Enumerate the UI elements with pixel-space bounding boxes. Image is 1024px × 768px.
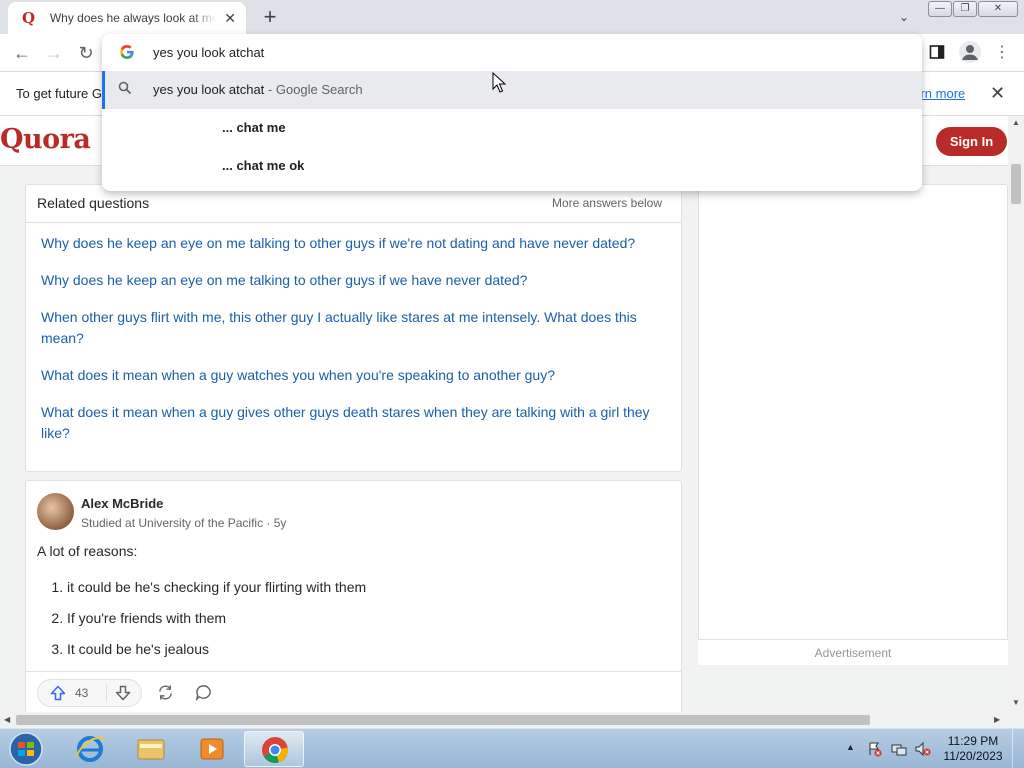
tab-close-icon[interactable]: ✕ <box>222 10 238 26</box>
tab-strip: Q Why does he always look at me when I t… <box>0 0 1024 34</box>
tab-title: Why does he always look at me when I tal… <box>49 11 217 25</box>
tab-search-icon[interactable]: ⌄ <box>894 8 914 26</box>
windows-start-icon[interactable] <box>4 730 48 768</box>
quora-logo[interactable]: Quora <box>0 124 91 155</box>
scroll-right-icon[interactable]: ▶ <box>994 715 1000 724</box>
answer-list: it could be he's checking if your flirti… <box>37 577 366 670</box>
clock-time: 11:29 PM <box>947 734 999 748</box>
internet-explorer-icon[interactable] <box>60 731 120 767</box>
vote-group: 43 <box>37 679 142 707</box>
sign-in-button[interactable]: Sign In <box>936 127 1007 156</box>
chrome-taskbar-icon[interactable] <box>244 731 304 767</box>
forward-button[interactable]: → <box>42 41 66 65</box>
tray-expand-icon[interactable]: ▲ <box>846 742 855 752</box>
answer-list-item: If you're friends with them <box>67 608 366 629</box>
action-center-icon[interactable] <box>867 741 883 757</box>
close-window-button[interactable]: ✕ <box>978 1 1018 17</box>
related-questions-list: Why does he keep an eye on me talking to… <box>26 223 681 444</box>
back-button[interactable]: ← <box>10 41 34 65</box>
omnibox-input[interactable]: yes you look atchat <box>153 45 264 60</box>
chrome-menu-icon[interactable]: ⋮ <box>994 41 1010 65</box>
suggestion-text: ... chat me <box>222 120 286 135</box>
advertisement-label: Advertisement <box>814 646 892 660</box>
author-credential: Studied at University of the Pacific · 5… <box>81 516 287 530</box>
side-panel-icon[interactable] <box>929 44 945 60</box>
answer-list-item: it could be he's checking if your flirti… <box>67 577 366 598</box>
related-questions-title: Related questions <box>37 195 150 211</box>
author-name[interactable]: Alex McBride <box>81 496 163 511</box>
omnibox-dropdown: yes you look atchat yes you look atchat … <box>102 34 922 191</box>
upvote-count: 43 <box>75 686 89 700</box>
downvote-icon[interactable] <box>115 685 131 701</box>
new-tab-button[interactable]: + <box>258 6 282 30</box>
horizontal-scrollbar-thumb[interactable] <box>16 715 870 725</box>
scroll-left-icon[interactable]: ◀ <box>4 715 10 724</box>
omnibox-suggestion[interactable]: ... chat me ok <box>102 147 922 185</box>
answer-actions-bar: 43 <box>26 671 681 711</box>
minimize-button[interactable]: — <box>928 1 952 17</box>
suggestion-hint: - Google Search <box>264 82 363 97</box>
related-questions-card: Related questions More answers below Why… <box>25 184 682 472</box>
author-avatar[interactable] <box>37 493 74 530</box>
scroll-down-icon[interactable]: ▼ <box>1012 698 1020 707</box>
google-g-icon <box>120 45 134 59</box>
info-bar-close-icon[interactable]: ✕ <box>990 83 1005 103</box>
upvote-icon[interactable] <box>50 685 66 701</box>
quora-favicon-icon: Q <box>22 9 36 27</box>
related-question-link[interactable]: What does it mean when a guy gives other… <box>41 402 665 444</box>
mouse-cursor-icon <box>492 72 506 93</box>
maximize-button[interactable]: ❐ <box>953 1 977 17</box>
comment-icon[interactable] <box>195 684 212 701</box>
vertical-scrollbar-thumb[interactable] <box>1011 164 1021 204</box>
scroll-up-icon[interactable]: ▲ <box>1012 118 1020 127</box>
answer-intro: A lot of reasons: <box>37 543 138 559</box>
ad-footer: Advertisement <box>698 639 1008 665</box>
suggestion-text: ... chat me ok <box>222 158 305 173</box>
omnibox-suggestion[interactable]: yes you look atchat - Google Search <box>102 71 922 109</box>
vote-divider <box>106 684 107 702</box>
media-player-icon[interactable] <box>182 731 242 767</box>
search-icon <box>118 81 132 95</box>
windows-taskbar: ▲ 11:29 PM 11/20/2023 <box>0 728 1024 768</box>
share-icon[interactable] <box>157 684 174 701</box>
show-desktop-button[interactable] <box>1012 729 1024 768</box>
network-icon[interactable] <box>891 741 907 757</box>
omnibox-suggestion[interactable]: ... chat me <box>102 109 922 147</box>
profile-avatar-icon[interactable] <box>959 41 981 63</box>
related-question-link[interactable]: What does it mean when a guy watches you… <box>41 365 665 386</box>
file-explorer-icon[interactable] <box>121 731 181 767</box>
quora-page: Quora Sign In Related questions More ans… <box>0 116 1024 712</box>
tab-quora[interactable]: Q Why does he always look at me when I t… <box>8 2 246 34</box>
clock-date: 11/20/2023 <box>943 749 1003 763</box>
horizontal-scrollbar[interactable]: ◀ ▶ <box>0 712 1024 728</box>
related-question-link[interactable]: When other guys flirt with me, this othe… <box>41 307 665 349</box>
related-question-link[interactable]: Why does he keep an eye on me talking to… <box>41 233 665 254</box>
related-question-link[interactable]: Why does he keep an eye on me talking to… <box>41 270 665 291</box>
volume-muted-icon[interactable] <box>915 741 931 757</box>
suggestion-text: yes you look atchat <box>153 82 265 97</box>
answer-card: Alex McBride Studied at University of th… <box>25 480 682 712</box>
answer-list-item: It could be he's jealous <box>67 639 366 660</box>
info-bar-text: To get future G <box>16 86 102 101</box>
vertical-scrollbar[interactable]: ▲ ▼ <box>1008 116 1024 712</box>
more-answers-below: More answers below <box>551 196 662 210</box>
reload-button[interactable]: ↻ <box>74 41 98 65</box>
ad-slot <box>698 184 1008 664</box>
system-clock[interactable]: 11:29 PM 11/20/2023 <box>940 734 1006 764</box>
